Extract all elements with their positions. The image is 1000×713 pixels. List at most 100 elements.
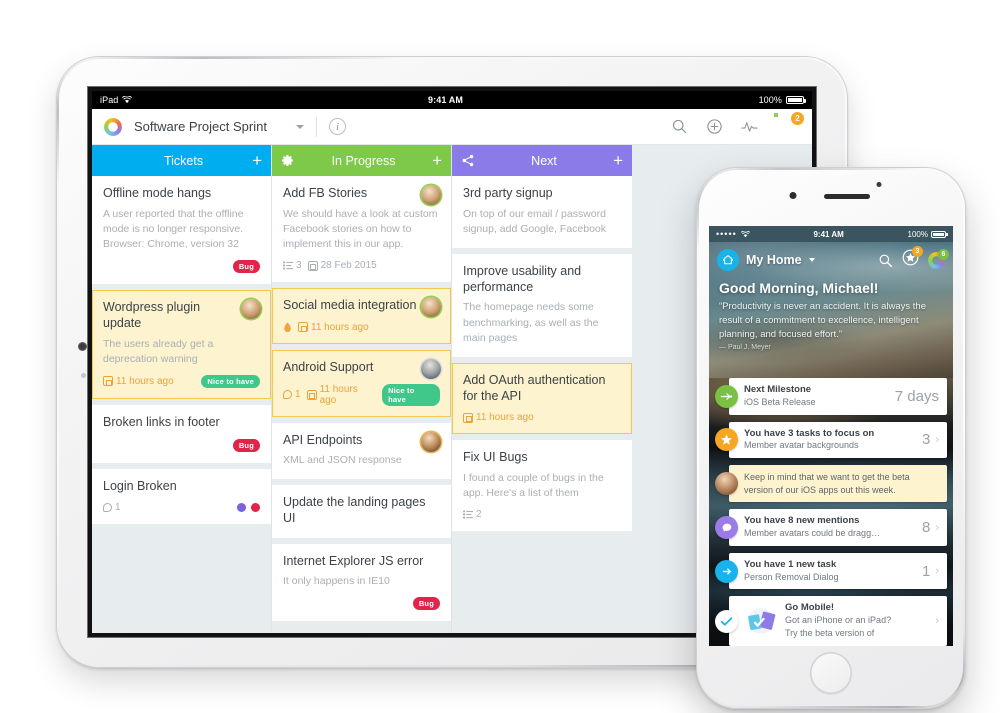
chevron-right-icon: › bbox=[935, 615, 939, 628]
ipad-status-bar: iPad 9:41 AM 100% bbox=[92, 91, 812, 109]
board-card[interactable]: Social media integration 11 hours ago bbox=[272, 288, 451, 344]
project-title[interactable]: Software Project Sprint bbox=[134, 119, 267, 134]
iphone-speaker-icon bbox=[824, 194, 870, 199]
gear-icon[interactable] bbox=[281, 154, 295, 167]
battery-icon bbox=[786, 96, 806, 104]
feed-item-title: You have 1 new task bbox=[744, 558, 837, 570]
feed-item-card[interactable]: You have 8 new mentions Member avatars co… bbox=[729, 509, 947, 546]
feed-item-card[interactable]: Next Milestone iOS Beta Release 7 days bbox=[729, 378, 947, 415]
plus-circle-icon[interactable] bbox=[706, 118, 723, 135]
ipad-home-button[interactable] bbox=[81, 373, 86, 378]
board-card[interactable]: Wordpress plugin update The users already… bbox=[92, 290, 271, 399]
board-column-next: Next +3rd party signup On top of our email… bbox=[452, 145, 632, 633]
chevron-down-icon[interactable] bbox=[296, 124, 304, 129]
iphone-home-button[interactable] bbox=[810, 652, 852, 694]
add-card-button[interactable]: + bbox=[432, 152, 442, 169]
card-meta-item: 2 bbox=[463, 509, 482, 520]
share-icon[interactable] bbox=[461, 154, 475, 167]
board-card[interactable]: API Endpoints XML and JSON response bbox=[272, 422, 451, 480]
iphone-status-bar: ••••• 9:41 AM 100% bbox=[709, 226, 953, 242]
card-meta: 2 bbox=[463, 509, 621, 520]
board-card[interactable]: Login Broken 1 bbox=[92, 468, 271, 525]
feed-item-value: 3 bbox=[921, 431, 931, 449]
comment-icon bbox=[715, 516, 738, 540]
milestone-arrow-icon bbox=[715, 384, 738, 408]
iphone-clock: 9:41 AM bbox=[813, 229, 844, 239]
card-title: API Endpoints bbox=[283, 432, 363, 447]
column-header: Tickets + bbox=[92, 145, 271, 176]
board-card[interactable]: 3rd party signup On top of our email / pa… bbox=[452, 176, 632, 249]
card-title: 3rd party signup bbox=[463, 186, 553, 200]
iphone-board-title[interactable]: My Home bbox=[746, 253, 802, 267]
card-title: Add OAuth authentication for the API bbox=[463, 372, 606, 403]
card-title: Improve usability and performance bbox=[463, 264, 582, 294]
add-card-button[interactable]: + bbox=[613, 152, 623, 169]
card-meta-text: 1 bbox=[295, 389, 301, 401]
search-icon[interactable] bbox=[878, 253, 893, 268]
calendar-icon bbox=[298, 322, 308, 333]
feed-row[interactable]: You have 1 new task Person Removal Dialog… bbox=[715, 552, 947, 590]
notification-badge: 2 bbox=[791, 111, 804, 125]
home-icon[interactable] bbox=[717, 249, 739, 271]
card-title: Update the landing pages UI bbox=[283, 495, 426, 525]
card-title: Internet Explorer JS error bbox=[283, 553, 424, 568]
feed-item-title: You have 3 tasks to focus on bbox=[744, 427, 875, 439]
card-meta-item: 1 bbox=[283, 389, 301, 400]
card-meta-item bbox=[283, 322, 292, 333]
signal-dots-icon: ••••• bbox=[716, 229, 737, 239]
board-card[interactable]: Update the landing pages UI bbox=[272, 485, 451, 538]
feed-item-subtitle: iOS Beta Release bbox=[744, 396, 816, 407]
card-avatar bbox=[421, 358, 441, 379]
feed-row[interactable]: You have 8 new mentions Member avatars co… bbox=[715, 509, 947, 546]
feed-promo-card[interactable]: Go Mobile! Got an iPhone or an iPad? Try t… bbox=[729, 596, 947, 646]
board-card[interactable]: Add OAuth authentication for the API 11 h… bbox=[452, 362, 632, 435]
board-card[interactable]: Broken links in footer Bug bbox=[92, 404, 271, 463]
card-label-dot bbox=[251, 503, 260, 513]
board-card[interactable]: Add FB Stories We should have a look at c… bbox=[272, 176, 451, 283]
app-logo-button[interactable]: 6 bbox=[928, 248, 949, 269]
board-card[interactable]: Fix UI Bugs I found a couple of bugs in t… bbox=[452, 440, 632, 532]
iphone-screen: ••••• 9:41 AM 100% My Home 3 6 Good Morn… bbox=[709, 226, 953, 646]
avatar[interactable]: 2 bbox=[776, 111, 804, 139]
chevron-down-icon[interactable] bbox=[808, 258, 815, 262]
feed-item-card[interactable]: You have 1 new task Person Removal Dialog… bbox=[729, 552, 947, 590]
activity-pulse-icon[interactable] bbox=[741, 118, 758, 135]
feed-row[interactable]: You have 3 tasks to focus on Member avata… bbox=[715, 421, 947, 459]
board-card[interactable]: Improve usability and performance The hom… bbox=[452, 254, 632, 357]
card-description: The homepage needs some benchmarking, as… bbox=[463, 301, 599, 344]
feed-row[interactable]: Next Milestone iOS Beta Release 7 days bbox=[715, 378, 947, 415]
card-meta-text: 1 bbox=[115, 502, 121, 514]
card-tag: Nice to have bbox=[201, 374, 260, 388]
card-title: Offline mode hangs bbox=[103, 186, 212, 200]
feed-row[interactable]: Go Mobile! Got an iPhone or an iPad? Try t… bbox=[715, 596, 947, 646]
feed-item-card[interactable]: You have 3 tasks to focus on Member avata… bbox=[729, 421, 947, 459]
card-meta: 11 hours ago bbox=[463, 412, 621, 423]
feed-item-value: 8 bbox=[921, 519, 931, 537]
board-card[interactable]: Android Support 1 11 hours ago Nice to have bbox=[272, 349, 451, 417]
card-meta: Bug bbox=[283, 597, 440, 611]
card-tag: Bug bbox=[412, 597, 440, 611]
card-label-dot bbox=[237, 503, 246, 513]
info-icon[interactable]: i bbox=[329, 118, 346, 135]
add-card-button[interactable]: + bbox=[252, 152, 262, 169]
search-icon[interactable] bbox=[671, 118, 688, 135]
card-title: Android Support bbox=[283, 359, 374, 374]
column-header: In Progress + bbox=[272, 145, 451, 176]
card-meta: 1 11 hours ago Nice to have bbox=[283, 383, 440, 406]
card-description: We should have a look at custom Facebook… bbox=[283, 207, 438, 251]
feed-item-value: 1 bbox=[921, 562, 931, 580]
starred-button[interactable]: 3 bbox=[902, 246, 923, 271]
feed-row[interactable]: Keep in mind that we want to get the bet… bbox=[715, 465, 947, 503]
column-cards: 3rd party signup On top of our email / pa… bbox=[452, 176, 632, 633]
card-title: Login Broken bbox=[103, 478, 177, 493]
ipad-toolbar: Software Project Sprint i 2 bbox=[92, 109, 812, 145]
checklist-icon bbox=[463, 510, 473, 519]
card-title: Fix UI Bugs bbox=[463, 450, 528, 465]
card-meta-text: 11 hours ago bbox=[311, 321, 369, 333]
board-card[interactable]: Offline mode hangs A user reported that t… bbox=[92, 176, 271, 285]
feed-note-card[interactable]: Keep in mind that we want to get the bet… bbox=[729, 465, 947, 503]
card-description: The users already get a deprecation warn… bbox=[103, 337, 214, 365]
board-card[interactable]: Internet Explorer JS error It only happen… bbox=[272, 543, 451, 622]
card-meta-text: 3 bbox=[296, 260, 302, 272]
card-meta-text: 2 bbox=[476, 509, 482, 521]
